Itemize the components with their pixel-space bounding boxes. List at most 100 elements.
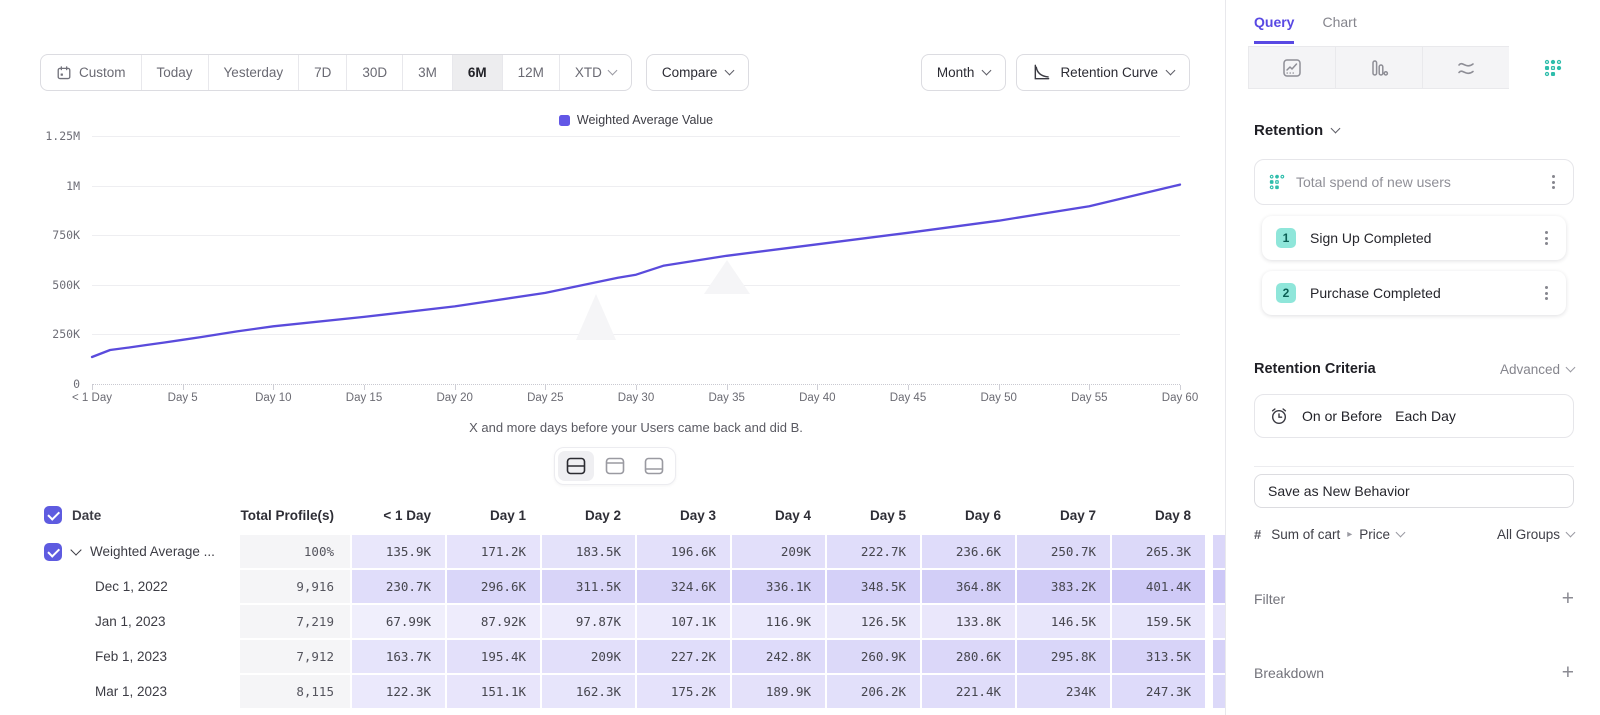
retention-value-cell[interactable]: 209K [542,640,635,673]
retention-value-cell[interactable]: 247.3K [1112,675,1205,708]
retention-value-cell[interactable]: 159.5K [1112,605,1205,638]
table-only-toggle[interactable] [636,451,672,481]
retention-value-cell[interactable]: 195.4K [447,640,540,673]
report-type-insights[interactable] [1248,46,1336,89]
retention-value-cell[interactable]: 189.9K [732,675,825,708]
retention-value-cell[interactable]: 163.7K [352,640,445,673]
measure-property-dropdown[interactable]: Sum of cart ▸ Price [1271,527,1404,542]
range-today[interactable]: Today [141,55,208,90]
chevron-down-icon[interactable] [70,544,81,555]
retention-value-cell[interactable]: 151.1K [447,675,540,708]
range-6m[interactable]: 6M [452,55,502,90]
retention-value-cell[interactable]: 162.3K [542,675,635,708]
retention-value-cell[interactable]: 107.1K [637,605,730,638]
report-type-flows[interactable] [1422,46,1510,89]
retention-value-cell[interactable]: 364.8K [922,570,1015,603]
add-filter-button[interactable]: + [1562,588,1574,609]
criteria-label: Retention Criteria [1254,361,1376,377]
section-header[interactable]: Retention [1254,122,1574,139]
row-label-cell: Dec 1, 2022 [0,570,240,603]
add-breakdown-button[interactable]: + [1562,662,1574,683]
chart-type-dropdown[interactable]: Retention Curve [1016,54,1190,91]
retention-value-cell[interactable]: 401.4K [1112,570,1205,603]
x-tick-label: Day 20 [436,392,472,404]
retention-value-cell[interactable]: 222.7K [827,535,920,568]
retention-value-cell[interactable]: 265.3K [1112,535,1205,568]
retention-value-cell[interactable]: 196.6K [637,535,730,568]
column-header: < 1 Day [352,499,445,531]
select-all-checkbox[interactable] [44,506,62,524]
row-checkbox[interactable] [44,543,62,561]
granularity-dropdown[interactable]: Month [921,54,1007,91]
save-as-new-behavior-button[interactable]: Save as New Behavior [1254,474,1574,508]
range-label: 12M [518,65,544,80]
retention-value-cell[interactable]: 227.2K [637,640,730,673]
tab-chart[interactable]: Chart [1322,14,1356,44]
range-30d[interactable]: 30D [346,55,402,90]
step-row-2[interactable]: 2 Purchase Completed [1262,271,1566,315]
retention-value-cell[interactable]: 250.7K [1017,535,1110,568]
retention-value-cell[interactable]: 135.9K [352,535,445,568]
retention-value-cell[interactable]: 234K [1017,675,1110,708]
retention-value-cell[interactable]: 221.4K [922,675,1015,708]
retention-value-cell[interactable]: 336.1K [732,570,825,603]
behavior-card[interactable]: Total spend of new users [1254,159,1574,205]
range-label: Yesterday [224,65,284,80]
compare-button[interactable]: Compare [646,54,750,91]
kebab-menu-icon[interactable] [1541,227,1552,249]
retention-value-cell[interactable]: 295.8K [1017,640,1110,673]
kebab-menu-icon[interactable] [1541,282,1552,304]
retention-value-cell[interactable]: 171.2K [447,535,540,568]
total-profiles-cell: 7,912 [240,640,350,673]
retention-value-cell[interactable]: 296.6K [447,570,540,603]
retention-value-cell[interactable]: 209K [732,535,825,568]
retention-value-cell[interactable]: 206.2K [827,675,920,708]
retention-value-cell[interactable]: 175.2K [637,675,730,708]
criteria-card[interactable]: On or Before Each Day [1254,394,1574,438]
retention-value-cell[interactable]: 313.5K [1112,640,1205,673]
retention-value-cell[interactable]: 126.5K [827,605,920,638]
groups-dropdown[interactable]: All Groups [1497,527,1574,542]
retention-value-cell[interactable]: 67.99K [352,605,445,638]
plot-area[interactable]: 0250K500K750K1M1.25M [92,136,1180,384]
retention-value-cell[interactable]: 348.5K [827,570,920,603]
retention-value-cell[interactable]: 183.5K [542,535,635,568]
report-type-funnels[interactable] [1335,46,1423,89]
retention-value-cell[interactable]: 122.3K [352,675,445,708]
step-row-1[interactable]: 1 Sign Up Completed [1262,216,1566,260]
range-xtd[interactable]: XTD [559,55,631,90]
retention-value-cell[interactable]: 87.92K [447,605,540,638]
retention-value-cell[interactable]: 324.6K [637,570,730,603]
retention-value-cell[interactable]: 236.6K [922,535,1015,568]
range-7d[interactable]: 7D [298,55,346,90]
retention-value-cell[interactable]: 383.2K [1017,570,1110,603]
report-type-retention[interactable] [1509,46,1597,89]
chart-only-toggle[interactable] [597,451,633,481]
number-property-icon: # [1254,527,1261,542]
retention-report-app: CustomToday Yesterday 7D30D3M 6M 12M XTD Comp… [0,0,1600,715]
retention-value-cell[interactable]: 242.8K [732,640,825,673]
range-yesterday[interactable]: Yesterday [208,55,299,90]
retention-value-cell[interactable]: 260.9K [827,640,920,673]
retention-value-cell[interactable]: 280.6K [922,640,1015,673]
split-view-toggle[interactable] [558,451,594,481]
range-custom[interactable]: Custom [41,55,141,90]
range-label: 6M [468,65,487,80]
tab-query[interactable]: Query [1254,14,1294,44]
kebab-menu-icon[interactable] [1548,171,1559,193]
retention-value-cell[interactable]: 116.9K [732,605,825,638]
range-3m[interactable]: 3M [402,55,452,90]
x-tick-label: Day 30 [618,392,654,404]
retention-value-cell[interactable]: 146.5K [1017,605,1110,638]
criteria-mode-dropdown[interactable]: Advanced [1500,362,1574,377]
retention-value-cell[interactable]: 97.87K [542,605,635,638]
retention-value-cell[interactable]: 230.7K [352,570,445,603]
filter-section: Filter + [1254,588,1574,609]
retention-value-cell[interactable]: 311.5K [542,570,635,603]
range-12m[interactable]: 12M [502,55,559,90]
row-label-cell: Weighted Average ... [0,535,240,568]
retention-value-cell[interactable]: 133.8K [922,605,1015,638]
chart-legend: Weighted Average Value [92,113,1180,127]
chart-only-icon [605,457,625,475]
criteria-mode-label: Advanced [1500,362,1560,377]
